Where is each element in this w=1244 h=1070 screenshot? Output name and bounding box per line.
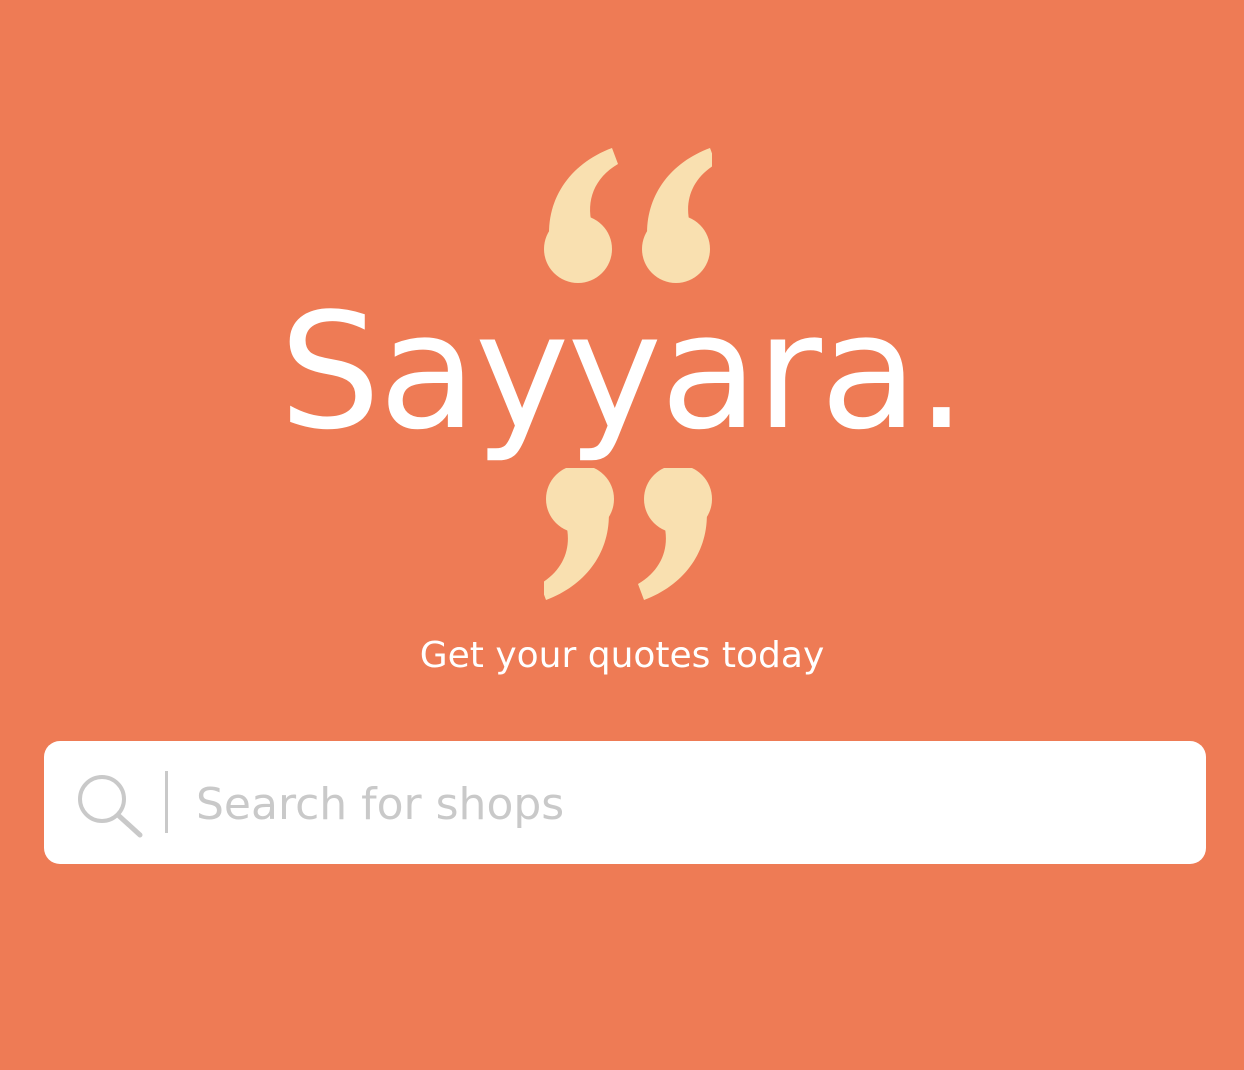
right-double-quote-icon: [544, 468, 712, 600]
search-icon[interactable]: [74, 771, 146, 839]
tagline: Get your quotes today: [419, 635, 825, 676]
search-input[interactable]: [196, 766, 1186, 842]
landing-screen: Sayyara. Get your quotes today: [0, 0, 1244, 1070]
quote-glyphs: [544, 468, 712, 600]
quote-glyphs: [544, 148, 712, 283]
search-divider: [165, 771, 168, 833]
brand-title: Sayyara.: [279, 278, 967, 465]
left-double-quote-icon: [544, 148, 712, 283]
